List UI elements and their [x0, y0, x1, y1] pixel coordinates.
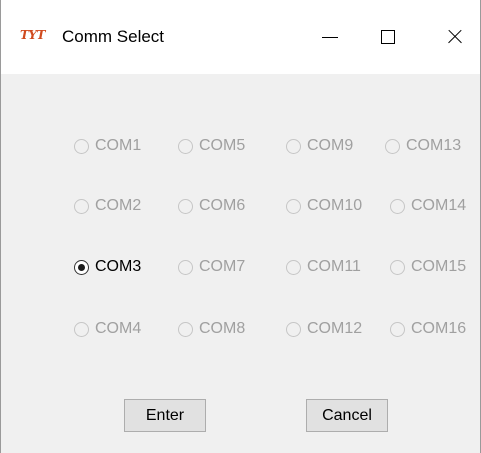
radio-com1[interactable]: COM1	[74, 135, 141, 157]
minimize-button[interactable]	[307, 14, 353, 60]
radio-button-icon	[178, 259, 193, 275]
enter-button[interactable]: Enter	[124, 399, 206, 432]
radio-label: COM10	[307, 197, 363, 214]
radio-button-icon	[390, 321, 405, 337]
radio-label: COM4	[95, 320, 142, 337]
close-icon	[446, 28, 464, 46]
radio-com9[interactable]: COM9	[286, 135, 353, 157]
radio-com12[interactable]: COM12	[286, 318, 362, 340]
radio-label: COM2	[95, 197, 142, 214]
radio-com7[interactable]: COM7	[178, 256, 245, 278]
radio-com15[interactable]: COM15	[390, 256, 466, 278]
radio-label: COM3	[95, 258, 142, 275]
radio-com5[interactable]: COM5	[178, 135, 245, 157]
maximize-icon	[381, 30, 395, 44]
radio-button-icon	[178, 321, 193, 337]
radio-com2[interactable]: COM2	[74, 195, 141, 217]
radio-button-icon	[286, 198, 301, 214]
radio-label: COM13	[406, 137, 462, 154]
radio-com4[interactable]: COM4	[74, 318, 141, 340]
radio-label: COM15	[411, 258, 467, 275]
radio-com6[interactable]: COM6	[178, 195, 245, 217]
radio-button-icon	[385, 138, 400, 154]
radio-label: COM1	[95, 137, 142, 154]
radio-button-icon	[390, 259, 405, 275]
window-title: Comm Select	[62, 27, 165, 46]
radio-label: COM8	[199, 320, 246, 337]
radio-label: COM12	[307, 320, 363, 337]
radio-label: COM7	[199, 258, 246, 275]
radio-com13[interactable]: COM13	[385, 135, 461, 157]
radio-com16[interactable]: COM16	[390, 318, 466, 340]
radio-label: COM14	[411, 197, 467, 214]
radio-com11[interactable]: COM11	[286, 256, 361, 278]
radio-label: COM5	[199, 137, 246, 154]
radio-button-icon	[178, 198, 193, 214]
radio-com10[interactable]: COM10	[286, 195, 362, 217]
radio-label: COM9	[307, 137, 354, 154]
app-logo-icon: TYT	[20, 28, 45, 42]
minimize-icon	[322, 36, 338, 38]
close-button[interactable]	[432, 14, 478, 60]
title-bar[interactable]: TYT Comm Select	[1, 0, 480, 74]
radio-label: COM11	[307, 258, 361, 275]
radio-com14[interactable]: COM14	[390, 195, 466, 217]
radio-com3[interactable]: COM3	[74, 256, 141, 278]
maximize-button[interactable]	[365, 14, 411, 60]
radio-button-icon	[74, 321, 89, 337]
radio-button-icon	[178, 138, 193, 154]
radio-label: COM6	[199, 197, 246, 214]
radio-button-icon	[74, 198, 89, 214]
comm-select-dialog: TYT Comm Select COM1 COM2 COM3 COM4 COM5…	[0, 0, 481, 453]
radio-com8[interactable]: COM8	[178, 318, 245, 340]
radio-button-icon	[286, 259, 301, 275]
radio-button-icon	[74, 138, 89, 154]
radio-button-icon	[286, 321, 301, 337]
radio-label: COM16	[411, 320, 467, 337]
radio-button-selected-icon	[74, 259, 89, 275]
radio-button-icon	[286, 138, 301, 154]
cancel-button[interactable]: Cancel	[306, 399, 388, 432]
radio-button-icon	[390, 198, 405, 214]
